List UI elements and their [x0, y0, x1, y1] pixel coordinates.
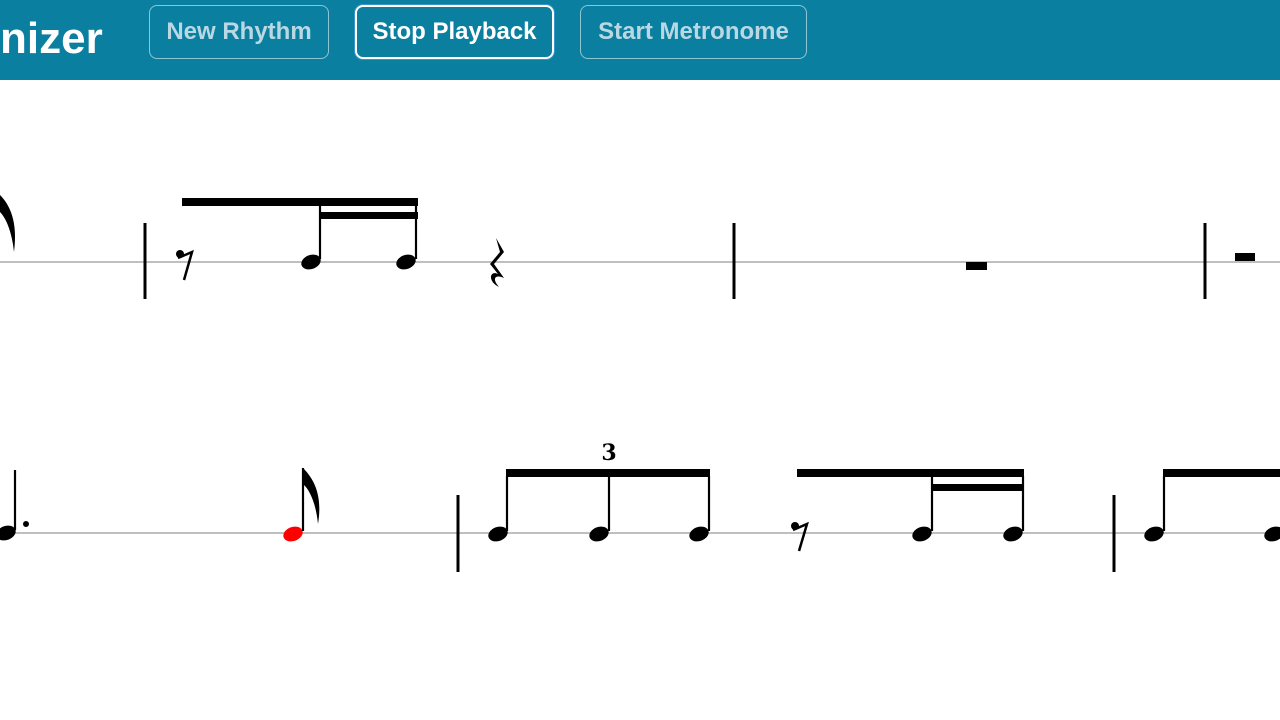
eighth-beam	[506, 469, 710, 477]
app-header: nizer New Rhythm Stop Playback Start Met…	[0, 0, 1280, 80]
eighth-flag-icon	[303, 468, 320, 524]
note	[912, 476, 934, 542]
eighth-beam	[1163, 469, 1280, 477]
sixteenth-beam	[931, 484, 1024, 491]
eighth-rest-icon	[791, 521, 809, 552]
note	[1264, 526, 1280, 542]
new-rhythm-button[interactable]: New Rhythm	[149, 5, 329, 59]
augmentation-dot-icon	[23, 521, 29, 527]
staff-row-2: 3	[0, 440, 1280, 572]
eighth-rest-icon	[176, 249, 194, 281]
half-rest-icon	[1235, 253, 1255, 261]
note	[689, 476, 711, 542]
app-title: nizer	[0, 14, 103, 63]
note	[589, 476, 611, 542]
eighth-beam	[182, 198, 418, 206]
eighth-beam	[797, 469, 1024, 477]
stop-playback-button[interactable]: Stop Playback	[355, 5, 554, 59]
note	[1144, 476, 1166, 542]
eighth-flag-icon	[0, 195, 16, 252]
sixteenth-beam	[320, 212, 418, 219]
start-metronome-button[interactable]: Start Metronome	[580, 5, 807, 59]
staff-row-1	[0, 195, 1280, 299]
tuplet-number: 3	[601, 440, 616, 466]
note	[301, 205, 322, 270]
note	[488, 476, 509, 542]
half-rest-icon	[966, 262, 987, 270]
note	[0, 470, 29, 541]
rhythm-notation: 3	[0, 195, 1280, 572]
